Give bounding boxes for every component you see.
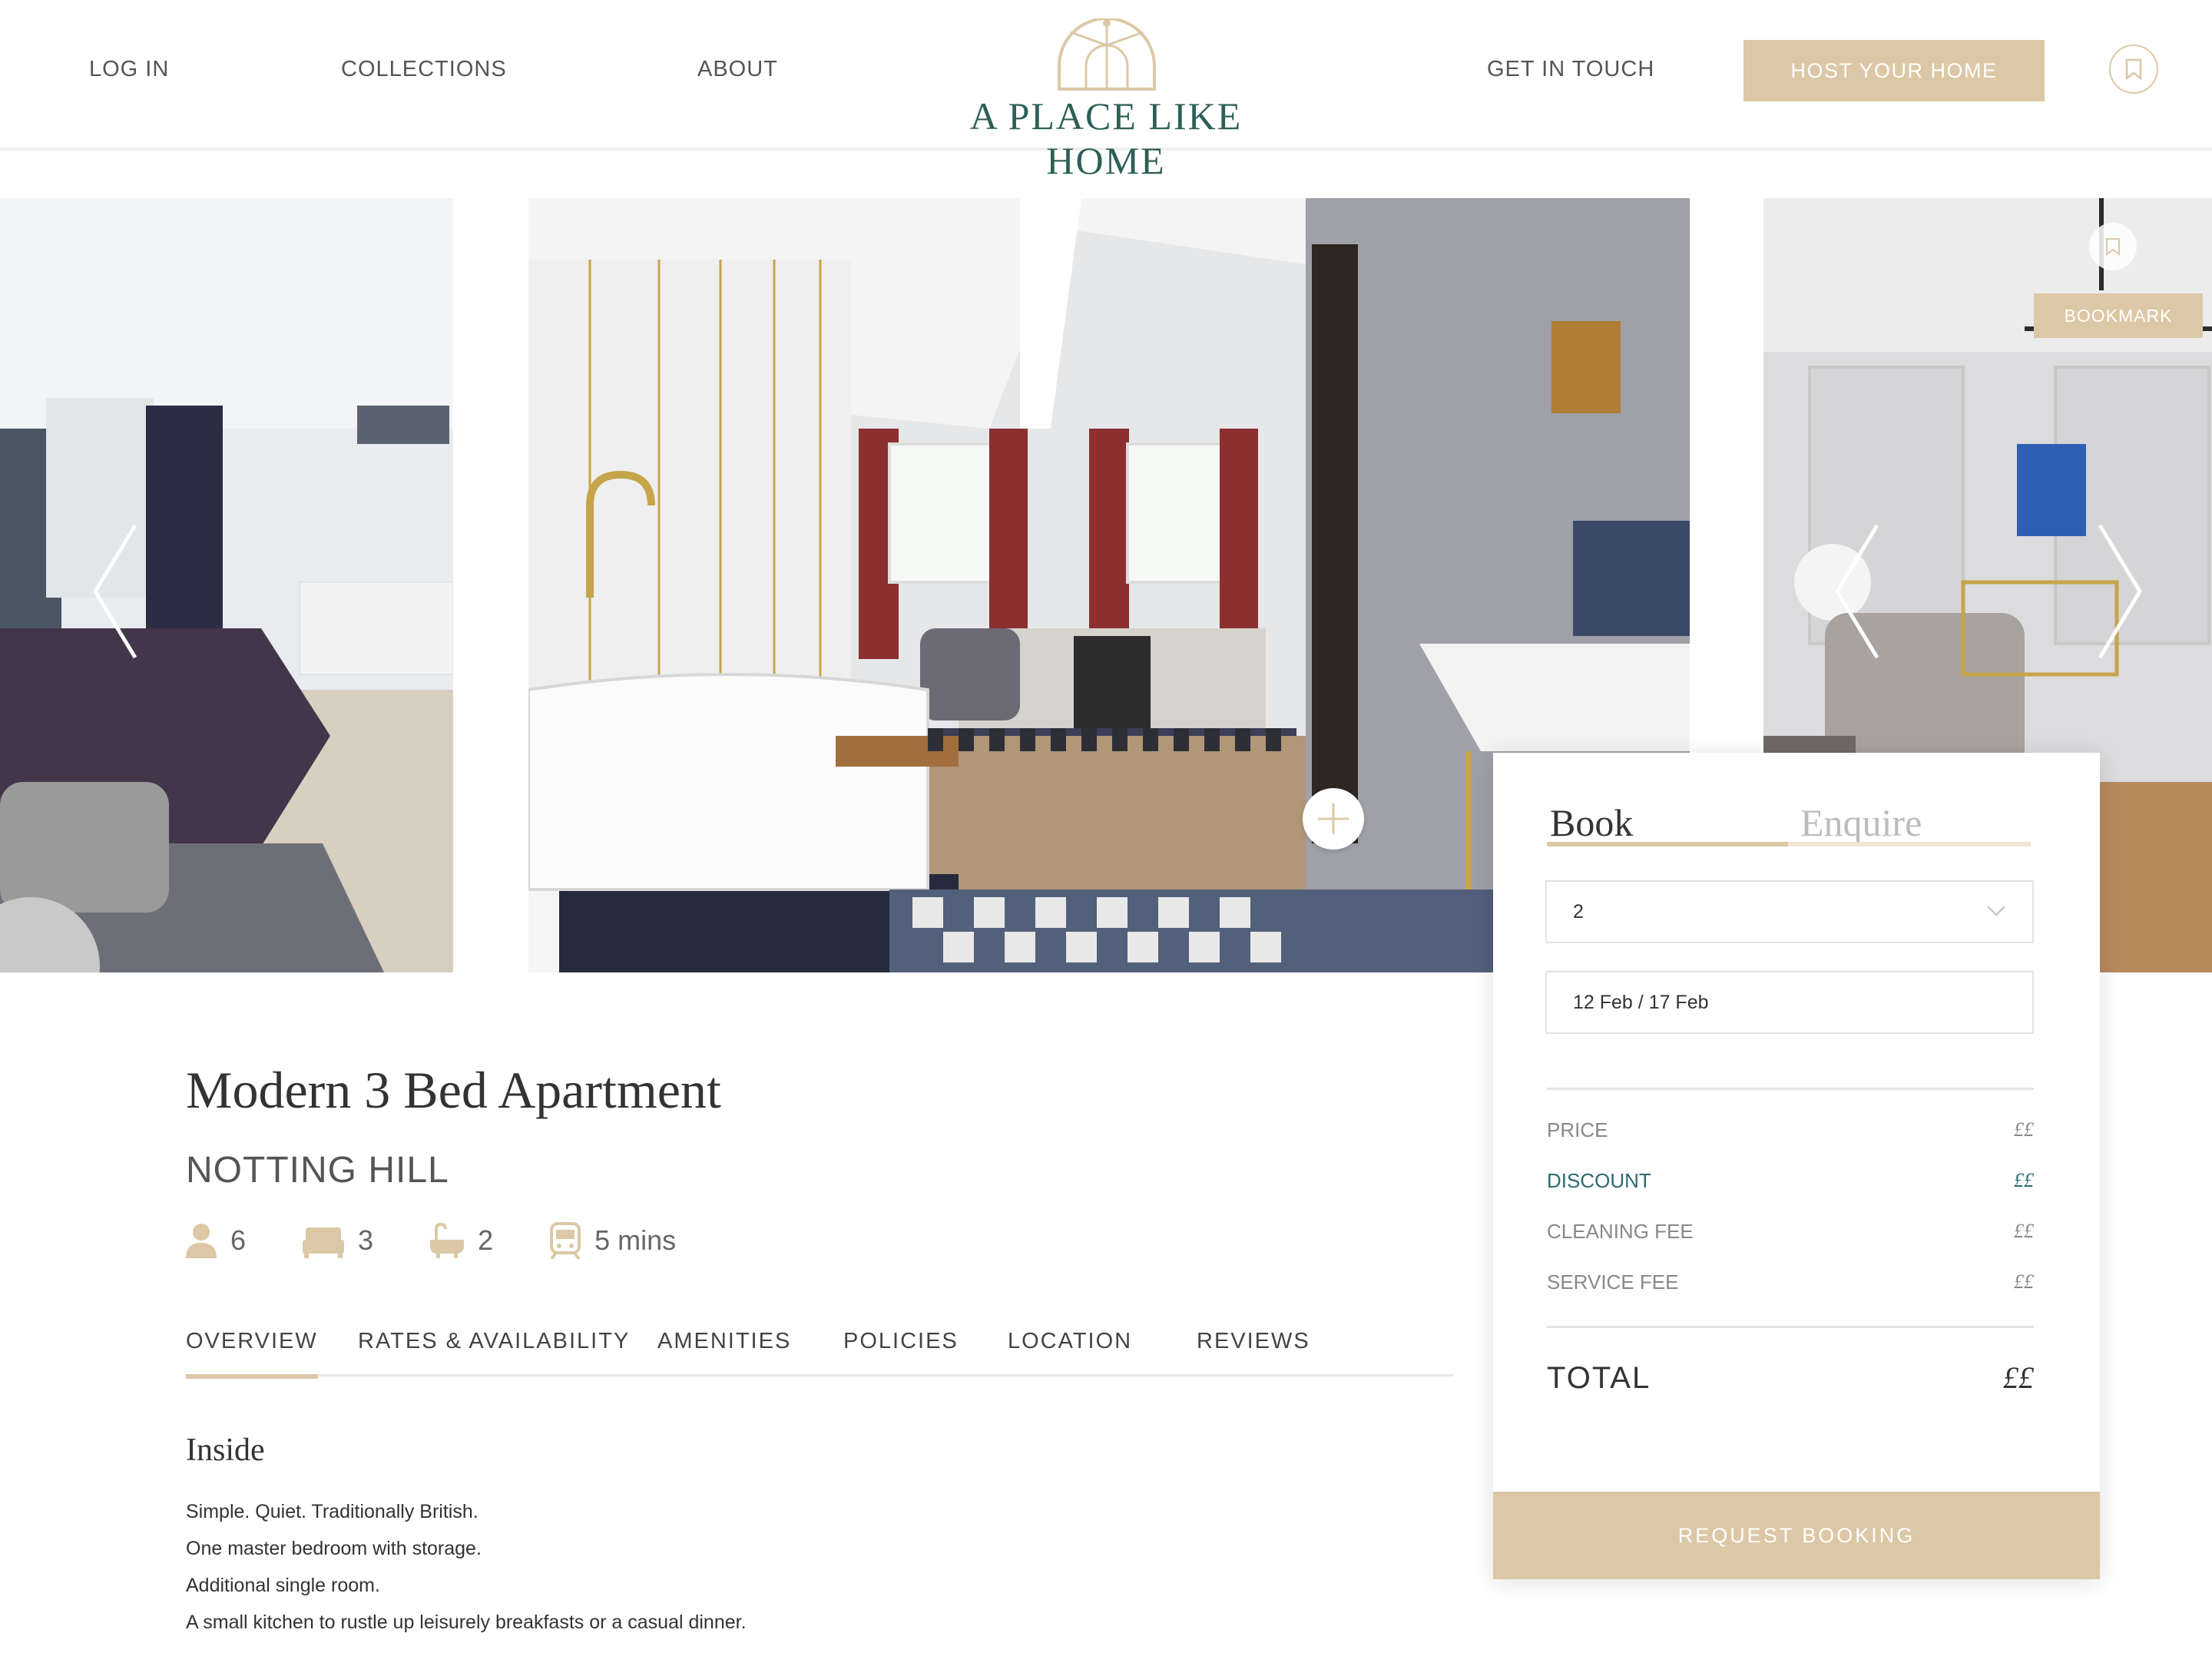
- overview-line: One master bedroom with storage.: [186, 1538, 482, 1559]
- tab-enquire[interactable]: Enquire: [1800, 800, 1922, 845]
- feature-transport-time: 5 mins: [594, 1224, 677, 1256]
- header-bookmark-button[interactable]: [2109, 45, 2158, 94]
- feature-bathrooms: 2: [430, 1223, 493, 1258]
- overview-line: Additional single room.: [186, 1575, 380, 1596]
- arched-window-logo-icon: [1058, 18, 1156, 91]
- fee-price-value: ££: [2014, 1118, 2034, 1141]
- fee-service-value: ££: [2014, 1270, 2034, 1293]
- tab-reviews[interactable]: REVIEWS: [1197, 1329, 1310, 1376]
- plus-icon: [1318, 803, 1349, 834]
- request-booking-button[interactable]: REQUEST BOOKING: [1493, 1492, 2100, 1579]
- gallery-prev-arrow[interactable]: [92, 522, 138, 661]
- bathtub-icon: [430, 1223, 465, 1258]
- tab-location[interactable]: LOCATION: [1008, 1329, 1132, 1376]
- overview-heading: Inside: [186, 1433, 265, 1468]
- nav-log-in[interactable]: LOG IN: [89, 57, 169, 82]
- listing-features: 6 3 2 5 mins: [186, 1214, 733, 1267]
- feature-guests-count: 6: [230, 1224, 247, 1256]
- feature-bedrooms-count: 3: [358, 1224, 374, 1256]
- logo-wordmark: A PLACE LIKE HOME: [969, 94, 1243, 182]
- fee-discount-value: ££: [2014, 1169, 2034, 1191]
- host-your-home-button[interactable]: HOST YOUR HOME: [1743, 40, 2045, 101]
- feature-bathrooms-count: 2: [478, 1224, 494, 1256]
- fee-discount-label: DISCOUNT: [1547, 1169, 1651, 1192]
- gallery-prev-arrow-right-photo[interactable]: [1834, 522, 1880, 661]
- fee-price-label: PRICE: [1547, 1118, 1608, 1141]
- person-icon: [186, 1224, 217, 1258]
- nav-collections[interactable]: COLLECTIONS: [341, 57, 507, 82]
- gallery-next-arrow[interactable]: [2097, 522, 2143, 661]
- tab-amenities[interactable]: AMENITIES: [657, 1329, 791, 1376]
- booking-tab-indicator: [1547, 842, 2031, 846]
- gallery-photo-bedroom[interactable]: [0, 198, 453, 972]
- nav-get-in-touch[interactable]: GET IN TOUCH: [1487, 57, 1654, 82]
- listing-tabs: OVERVIEW RATES & AVAILABILITY AMENITIES …: [186, 1321, 1453, 1379]
- gallery-expand-button[interactable]: [1303, 788, 1364, 850]
- site-header: LOG IN COLLECTIONS ABOUT A PLACE LIKE HO…: [0, 0, 2212, 182]
- divider: [1547, 1326, 2034, 1328]
- feature-bedrooms: 3: [303, 1223, 373, 1258]
- dates-field-value: 12 Feb / 17 Feb: [1573, 991, 1709, 1013]
- overview-line: Simple. Quiet. Traditionally British.: [186, 1501, 478, 1522]
- fee-cleaning-value: ££: [2014, 1220, 2034, 1242]
- total-label: TOTAL: [1547, 1361, 1651, 1395]
- divider: [1547, 1088, 2034, 1090]
- chevron-down-icon: [1987, 906, 2005, 916]
- bookmark-tooltip: BOOKMARK: [2034, 293, 2203, 338]
- tab-overview[interactable]: OVERVIEW: [186, 1329, 318, 1379]
- photo-bookmark-button[interactable]: [2089, 223, 2137, 270]
- booking-card: Book Enquire 2 12 Feb / 17 Feb PRICE ££ …: [1493, 753, 2100, 1579]
- tab-book[interactable]: Book: [1550, 800, 1633, 845]
- nav-about[interactable]: ABOUT: [697, 57, 778, 82]
- tab-rates-availability[interactable]: RATES & AVAILABILITY: [358, 1329, 630, 1376]
- total-value: ££: [2003, 1360, 2034, 1395]
- dates-field[interactable]: 12 Feb / 17 Feb: [1545, 971, 2034, 1034]
- feature-transport: 5 mins: [550, 1222, 676, 1259]
- listing-area: NOTTING HILL: [186, 1150, 449, 1191]
- tab-policies[interactable]: POLICIES: [843, 1329, 959, 1376]
- bed-icon: [303, 1227, 345, 1258]
- fee-service-label: SERVICE FEE: [1547, 1270, 1679, 1294]
- guests-select[interactable]: 2: [1545, 880, 2034, 943]
- overview-line: A small kitchen to rustle up leisurely b…: [186, 1612, 747, 1633]
- bookmark-icon: [2106, 238, 2120, 256]
- train-icon: [550, 1222, 581, 1259]
- fee-cleaning-label: CLEANING FEE: [1547, 1220, 1694, 1243]
- guests-select-value: 2: [1573, 900, 1584, 923]
- listing-title: Modern 3 Bed Apartment: [186, 1061, 721, 1119]
- feature-guests: 6: [186, 1223, 246, 1258]
- bedroom-photo-image: [0, 198, 453, 972]
- bookmark-icon: [2125, 58, 2142, 80]
- site-logo[interactable]: A PLACE LIKE HOME: [906, 18, 1306, 182]
